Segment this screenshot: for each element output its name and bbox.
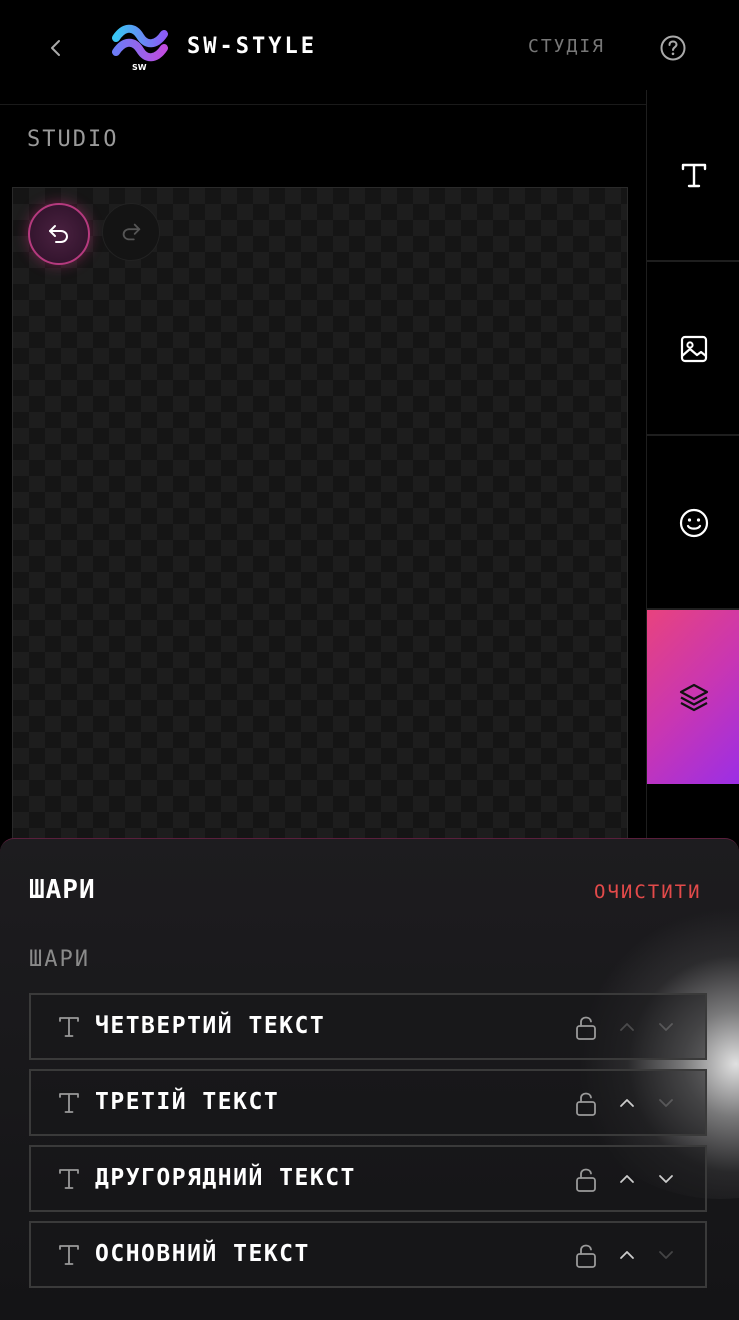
- chevron-down-icon: [659, 1251, 673, 1259]
- move-down-button[interactable]: [654, 1015, 678, 1039]
- studio-nav-link[interactable]: СТУДІЯ: [528, 36, 605, 57]
- clear-button[interactable]: ОЧИСТИТИ: [594, 881, 702, 903]
- help-button[interactable]: [658, 33, 688, 63]
- text-icon: [681, 163, 706, 188]
- section-label: ШАРИ: [29, 947, 90, 972]
- help-icon: [660, 35, 686, 61]
- wave-logo-icon: [112, 24, 168, 62]
- text-layer-icon: [57, 1242, 81, 1268]
- undo-button[interactable]: [28, 203, 90, 265]
- text-layer-icon: [57, 1014, 81, 1040]
- brand-name[interactable]: SW-STYLE: [187, 34, 317, 59]
- chevron-up-icon: [620, 1175, 634, 1183]
- layer-name: ОСНОВНИЙ ТЕКСТ: [95, 1241, 310, 1267]
- layer-item[interactable]: ОСНОВНИЙ ТЕКСТ: [29, 1221, 707, 1288]
- layer-item[interactable]: ДРУГОРЯДНИЙ ТЕКСТ: [29, 1145, 707, 1212]
- text-tool-button[interactable]: [647, 90, 739, 262]
- design-canvas[interactable]: [12, 187, 628, 847]
- chevron-left-icon: [51, 40, 60, 56]
- chevron-down-icon: [659, 1023, 673, 1031]
- sheet-title: ШАРИ: [29, 875, 96, 905]
- tool-sidebar: [646, 90, 739, 850]
- studio-label: STUDIO: [27, 127, 119, 152]
- redo-icon: [122, 223, 141, 241]
- chevron-down-icon: [659, 1099, 673, 1107]
- layer-name: ДРУГОРЯДНИЙ ТЕКСТ: [95, 1165, 356, 1191]
- layers-tool-button[interactable]: [647, 610, 739, 784]
- move-up-button[interactable]: [615, 1243, 639, 1267]
- chevron-up-icon: [620, 1099, 634, 1107]
- redo-button[interactable]: [102, 203, 160, 261]
- lock-toggle[interactable]: [574, 1091, 598, 1117]
- text-layer-icon: [57, 1090, 81, 1116]
- smiley-icon: [679, 508, 708, 538]
- lock-toggle[interactable]: [574, 1015, 598, 1041]
- layer-item[interactable]: ЧЕТВЕРТИЙ ТЕКСТ: [29, 993, 707, 1060]
- sticker-tool-button[interactable]: [647, 438, 739, 610]
- move-down-button[interactable]: [654, 1167, 678, 1191]
- unlock-icon: [576, 1244, 596, 1268]
- unlock-icon: [576, 1016, 596, 1040]
- layer-name: ТРЕТІЙ ТЕКСТ: [95, 1089, 280, 1115]
- logo-badge: SW: [132, 63, 147, 72]
- layer-list: ЧЕТВЕРТИЙ ТЕКСТ ТРЕТІЙ ТЕКСТ ДРУГОРЯДНИЙ…: [29, 993, 707, 1297]
- lock-toggle[interactable]: [574, 1167, 598, 1193]
- move-up-button[interactable]: [615, 1167, 639, 1191]
- undo-icon: [49, 225, 69, 243]
- studio-panel: STUDIO: [0, 104, 646, 847]
- move-down-button[interactable]: [654, 1243, 678, 1267]
- unlock-icon: [576, 1168, 596, 1192]
- text-layer-icon: [57, 1166, 81, 1192]
- move-down-button[interactable]: [654, 1091, 678, 1115]
- layers-icon: [679, 683, 708, 712]
- chevron-up-icon: [620, 1023, 634, 1031]
- layer-name: ЧЕТВЕРТИЙ ТЕКСТ: [95, 1013, 326, 1039]
- unlock-icon: [576, 1092, 596, 1116]
- lock-toggle[interactable]: [574, 1243, 598, 1269]
- move-up-button[interactable]: [615, 1015, 639, 1039]
- back-button[interactable]: [40, 32, 72, 64]
- image-tool-button[interactable]: [647, 264, 739, 436]
- move-up-button[interactable]: [615, 1091, 639, 1115]
- chevron-down-icon: [659, 1175, 673, 1183]
- chevron-up-icon: [620, 1251, 634, 1259]
- layer-item[interactable]: ТРЕТІЙ ТЕКСТ: [29, 1069, 707, 1136]
- layers-sheet: ШАРИ ОЧИСТИТИ ШАРИ ЧЕТВЕРТИЙ ТЕКСТ ТРЕТІ: [0, 838, 739, 1320]
- app-header: SW SW-STYLE СТУДІЯ: [0, 0, 739, 96]
- image-icon: [680, 335, 707, 363]
